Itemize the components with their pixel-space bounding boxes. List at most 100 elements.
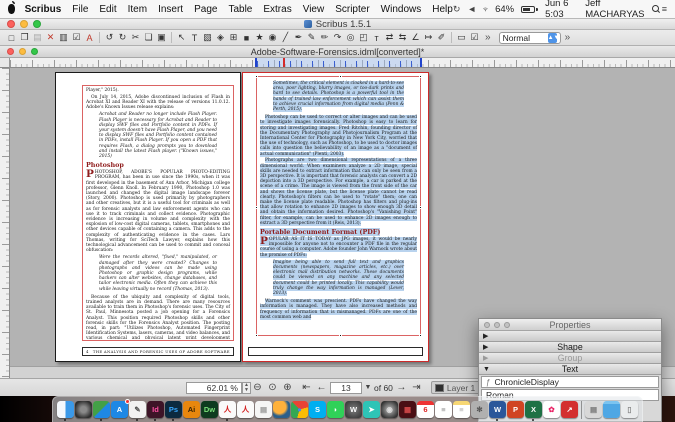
properties-section-shape[interactable]: ▶Shape <box>479 342 661 353</box>
pdf-checkbox-icon[interactable]: ☑ <box>468 31 481 44</box>
dock-item-tiles-app[interactable] <box>93 401 110 418</box>
dock-item-app-store[interactable]: A <box>111 401 128 418</box>
insert-calligraphic-line-icon[interactable]: ✏ <box>318 31 331 44</box>
dock-item-round-dark-app[interactable]: ◉ <box>381 401 398 418</box>
insert-text-frame-icon[interactable]: T <box>188 31 201 44</box>
insert-spiral-icon[interactable]: ◉ <box>266 31 279 44</box>
menu-item-insert[interactable]: Insert <box>158 4 183 15</box>
dock-item-excel[interactable]: X <box>525 401 542 418</box>
open-document-icon[interactable]: ❐ <box>18 31 31 44</box>
current-page-field[interactable]: 13 <box>330 382 362 394</box>
properties-section-hidden[interactable]: ▶ <box>479 331 661 342</box>
properties-titlebar[interactable]: Properties <box>479 319 661 331</box>
copy-item-properties-icon[interactable]: ↦ <box>422 31 435 44</box>
text-frame-left[interactable]: Player," 2015).On July 14, 2015, Adobe d… <box>82 85 234 341</box>
new-document-icon[interactable]: □ <box>5 31 18 44</box>
dock-item-photoshop[interactable]: Ps <box>165 401 182 418</box>
close-document-icon[interactable]: ✕ <box>44 31 57 44</box>
properties-section-text[interactable]: ▼Text <box>479 364 661 375</box>
selection-handle[interactable] <box>339 75 342 78</box>
insert-render-frame-icon[interactable]: ◈ <box>214 31 227 44</box>
insert-image-frame-icon[interactable]: ▧ <box>201 31 214 44</box>
paste-icon[interactable]: ▣ <box>155 31 168 44</box>
dock-item-wordpress[interactable]: W <box>345 401 362 418</box>
dock-item-powerpoint[interactable]: P <box>507 401 524 418</box>
menu-item-view[interactable]: View <box>303 4 325 15</box>
menu-item-file[interactable]: File <box>72 4 88 15</box>
unlink-text-frames-icon[interactable]: ⇆ <box>396 31 409 44</box>
menu-item-table[interactable]: Table <box>228 4 252 15</box>
dock-item-chrome[interactable]: ● <box>291 401 308 418</box>
font-family-select[interactable]: ƒ ChronicleDisplay <box>481 376 659 388</box>
menu-item-edit[interactable]: Edit <box>99 4 116 15</box>
page-left[interactable]: Player," 2015).On July 14, 2015, Adobe d… <box>55 72 241 362</box>
dock-item-photos[interactable]: ✿ <box>543 401 560 418</box>
previous-page-button[interactable]: ← <box>315 381 328 394</box>
page-right[interactable]: Sometimes, the critical element is cloak… <box>242 72 429 362</box>
insert-polygon-icon[interactable]: ★ <box>253 31 266 44</box>
notification-center-icon[interactable]: ≡ <box>662 4 667 14</box>
selection-handle[interactable] <box>339 334 342 337</box>
measurements-icon[interactable]: ∠ <box>409 31 422 44</box>
redo-icon[interactable]: ↻ <box>116 31 129 44</box>
menu-item-extras[interactable]: Extras <box>263 4 291 15</box>
zoom-out-button[interactable]: ⊖ <box>251 381 264 394</box>
toolbar-overflow-icon-2[interactable]: » <box>565 32 571 43</box>
rotate-item-icon[interactable]: ↷ <box>331 31 344 44</box>
last-page-button[interactable]: ⇥ <box>410 381 423 394</box>
vertical-ruler[interactable] <box>0 68 10 378</box>
dock-item-red-arrow-app[interactable]: ↗ <box>561 401 578 418</box>
dock-item-green-messaging-app[interactable]: ◗ <box>327 401 344 418</box>
preflight-verifier-icon[interactable]: ☑ <box>70 31 83 44</box>
first-page-button[interactable]: ⇤ <box>300 381 313 394</box>
selection-handle[interactable] <box>255 334 258 337</box>
menu-item-item[interactable]: Item <box>128 4 147 15</box>
dock-item-notes[interactable]: ≡ <box>453 401 470 418</box>
dock-item-red-collage-app[interactable]: ▦ <box>399 401 416 418</box>
menu-item-scribus[interactable]: Scribus <box>25 4 62 15</box>
menu-item-windows[interactable]: Windows <box>381 4 422 15</box>
copy-icon[interactable]: ❏ <box>142 31 155 44</box>
menu-item-page[interactable]: Page <box>194 4 217 15</box>
insert-line-icon[interactable]: ╱ <box>279 31 292 44</box>
selection-handle[interactable] <box>419 206 422 209</box>
user-name[interactable]: Jeff MACHARYAS <box>585 0 644 20</box>
page-dropdown-icon[interactable]: ▼ <box>364 381 372 394</box>
zoom-level-field[interactable]: 62.01 % <box>186 382 242 394</box>
dock-item-illustrator[interactable]: Ai <box>183 401 200 418</box>
wifi-icon[interactable] <box>483 5 488 14</box>
spotlight-icon[interactable] <box>652 5 655 13</box>
sync-status-icon[interactable]: ↻ <box>453 4 461 15</box>
selection-handle[interactable] <box>255 75 258 78</box>
properties-section-group[interactable]: ▶Group <box>479 353 661 364</box>
dock-item-dreamweaver[interactable]: Dw <box>201 401 218 418</box>
selection-handle[interactable] <box>419 334 422 337</box>
next-page-button[interactable]: → <box>395 381 408 394</box>
story-editor-icon[interactable]: ᴛ <box>370 31 383 44</box>
dock-item-word[interactable]: W <box>489 401 506 418</box>
toolbar-overflow-icon[interactable]: » <box>485 32 491 43</box>
selection-handle[interactable] <box>255 206 258 209</box>
save-document-icon[interactable]: ▤ <box>31 31 44 44</box>
dock-item-indesign[interactable]: Id <box>147 401 164 418</box>
ruler-tab-stops[interactable] <box>255 58 422 67</box>
select-item-icon[interactable]: ↖ <box>175 31 188 44</box>
selection-handle[interactable] <box>419 75 422 78</box>
insert-table-icon[interactable]: ⊞ <box>227 31 240 44</box>
volume-icon[interactable]: ◄ <box>467 4 476 14</box>
export-pdf-icon[interactable]: A <box>83 31 96 44</box>
dock-item-recent-documents[interactable]: ▤ <box>585 401 602 418</box>
dock-item-textedit[interactable]: ▤ <box>255 401 272 418</box>
dock-item-compass-app[interactable]: ✎ <box>129 401 146 418</box>
dock-item-trash[interactable]: ▯ <box>621 401 638 418</box>
dock-item-acrobat-reader[interactable]: 人 <box>237 401 254 418</box>
link-text-frames-icon[interactable]: ⇄ <box>383 31 396 44</box>
edit-contents-icon[interactable]: ◰ <box>357 31 370 44</box>
apple-menu-icon[interactable] <box>8 4 15 14</box>
insert-shape-icon[interactable]: ■ <box>240 31 253 44</box>
dock-item-downloads-folder[interactable] <box>603 401 620 418</box>
insert-freehand-line-icon[interactable]: ✎ <box>305 31 318 44</box>
dock-item-launchpad[interactable] <box>75 401 92 418</box>
dock-item-system-preferences[interactable]: ✻ <box>471 401 488 418</box>
paragraph-style-select[interactable]: Normal▲▼ <box>499 32 561 44</box>
